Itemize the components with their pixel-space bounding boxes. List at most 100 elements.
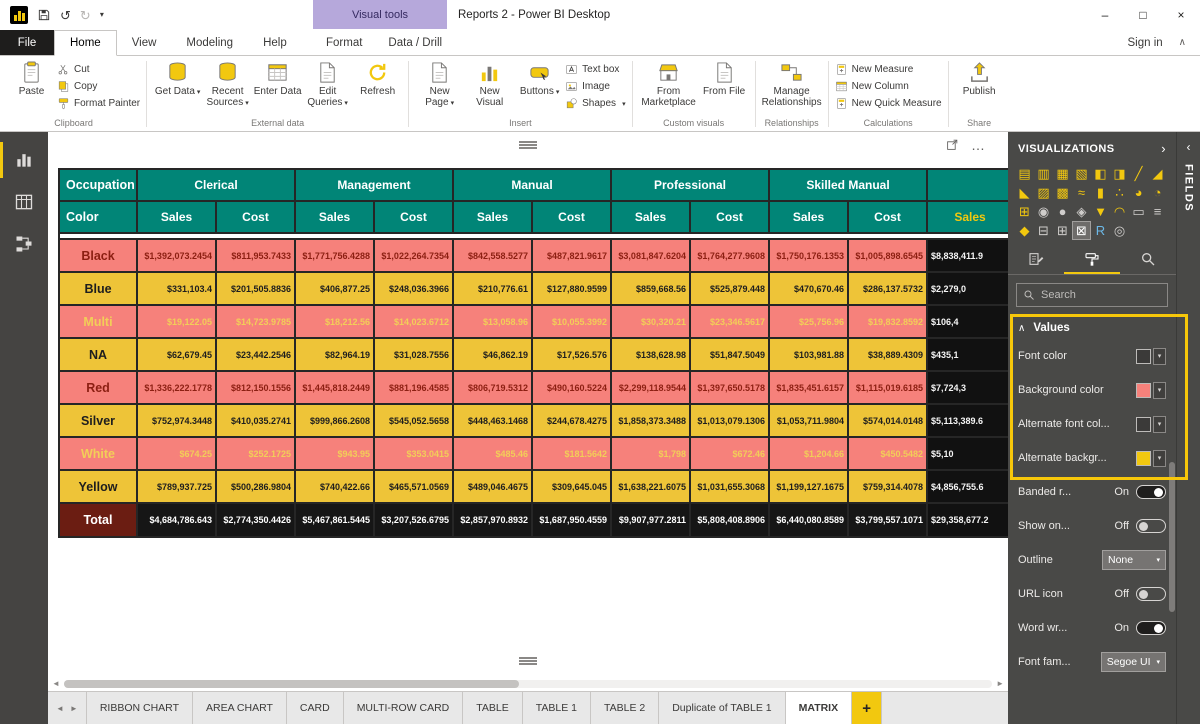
matrix-total-cell[interactable]: $4,684,786.643 (138, 504, 217, 538)
matrix-row-dimension-header[interactable]: Color (60, 202, 138, 234)
matrix-sales-header[interactable]: Sales (612, 202, 691, 234)
focus-mode-icon[interactable] (946, 138, 959, 151)
matrix-cell[interactable]: $485.46 (454, 438, 533, 471)
matrix-cell[interactable]: $30,320.21 (612, 306, 691, 339)
matrix-sales-header[interactable]: Sales (296, 202, 375, 234)
matrix-cell[interactable]: $842,558.5277 (454, 240, 533, 273)
matrix-cell[interactable]: $19,832.8592 (849, 306, 928, 339)
matrix-group-header-clipped[interactable] (928, 170, 1008, 202)
font-color-swatch[interactable] (1136, 349, 1151, 364)
matrix-cell[interactable]: $465,571.0569 (375, 471, 454, 504)
matrix-cell[interactable]: $1,750,176.1353 (770, 240, 849, 273)
page-tab[interactable]: MULTI-ROW CARD (344, 692, 464, 724)
matrix-cost-header[interactable]: Cost (375, 202, 454, 234)
matrix-cell[interactable]: $1,031,655.3068 (691, 471, 770, 504)
matrix-cell[interactable]: $490,160.5224 (533, 372, 612, 405)
matrix-cell[interactable]: $46,862.19 (454, 339, 533, 372)
matrix-cell[interactable]: $1,858,373.3488 (612, 405, 691, 438)
matrix-cost-header[interactable]: Cost (691, 202, 770, 234)
matrix-cell[interactable]: $674.25 (138, 438, 217, 471)
matrix-cell[interactable]: $3,081,847.6204 (612, 240, 691, 273)
matrix-row-label[interactable]: NA (60, 339, 138, 372)
matrix-cell[interactable]: $31,028.7556 (375, 339, 454, 372)
viz-icon-stacked-bar-chart[interactable]: ▤ (1016, 165, 1033, 182)
matrix-row-label[interactable]: Black (60, 240, 138, 273)
matrix-grand-total-cell[interactable]: $29,358,677.2 (928, 504, 1008, 538)
matrix-cell[interactable]: $500,286.9804 (217, 471, 296, 504)
matrix-cell[interactable]: $1,053,711.9804 (770, 405, 849, 438)
banded-rows-toggle[interactable] (1136, 485, 1166, 499)
matrix-cell[interactable]: $38,889.4309 (849, 339, 928, 372)
matrix-cell[interactable]: $525,879.448 (691, 273, 770, 306)
collapse-ribbon-icon[interactable]: ∧ (1179, 37, 1186, 48)
matrix-cell[interactable]: $138,628.98 (612, 339, 691, 372)
matrix-cell[interactable]: $811,953.7433 (217, 240, 296, 273)
matrix-cell[interactable]: $14,723.9785 (217, 306, 296, 339)
matrix-cost-header[interactable]: Cost (533, 202, 612, 234)
refresh-button[interactable]: Refresh (353, 60, 402, 97)
viz-icon-line-and-stacked-column-chart[interactable]: ▨ (1035, 184, 1052, 201)
scrollbar-track[interactable] (64, 680, 992, 688)
matrix-cell[interactable]: $1,397,650.5178 (691, 372, 770, 405)
more-options-icon[interactable]: … (971, 140, 986, 150)
report-canvas[interactable]: … Occupation ClericalManagementManualPro… (48, 132, 1008, 677)
format-pane-scrollbar[interactable] (1169, 462, 1175, 612)
matrix-total-cell[interactable]: $2,857,970.8932 (454, 504, 533, 538)
matrix-cell[interactable]: $999,866.2608 (296, 405, 375, 438)
matrix-row-total-cell[interactable]: $5,113,389.6 (928, 405, 1008, 438)
matrix-cell[interactable]: $1,013,079.1306 (691, 405, 770, 438)
alternate-font-color-swatch[interactable] (1136, 417, 1151, 432)
matrix-cell[interactable]: $806,719.5312 (454, 372, 533, 405)
matrix-row[interactable]: White $674.25$252.1725$943.95$353.0415$4… (60, 438, 1008, 471)
background-color-dropdown-icon[interactable]: ▾ (1153, 382, 1166, 399)
viz-icon-treemap[interactable]: ⊞ (1016, 203, 1033, 220)
matrix-cell[interactable]: $450.5482 (849, 438, 928, 471)
viz-icon-kpi[interactable]: ◆ (1016, 222, 1033, 239)
matrix-cell[interactable]: $1,835,451.6157 (770, 372, 849, 405)
maximize-button[interactable]: □ (1124, 0, 1162, 30)
matrix-cost-header[interactable]: Cost (849, 202, 928, 234)
matrix-cell[interactable]: $201,505.8836 (217, 273, 296, 306)
matrix-row-label[interactable]: White (60, 438, 138, 471)
search-input[interactable] (1041, 289, 1161, 301)
matrix-cell[interactable]: $1,022,264.7354 (375, 240, 454, 273)
font-color-dropdown-icon[interactable]: ▾ (1153, 348, 1166, 365)
page-tab[interactable]: RIBBON CHART (86, 692, 193, 724)
publish-button[interactable]: Publish (955, 60, 1004, 97)
viz-icon-line-chart[interactable]: ╱ (1130, 165, 1147, 182)
text-box-button[interactable]: Text box (565, 63, 625, 76)
matrix-cell[interactable]: $752,974.3448 (138, 405, 217, 438)
matrix-total-cell[interactable]: $6,440,080.8589 (770, 504, 849, 538)
matrix-sales-header[interactable]: Sales (770, 202, 849, 234)
matrix-row-label[interactable]: Yellow (60, 471, 138, 504)
recent-sources-button[interactable]: Recent Sources▾ (203, 60, 252, 108)
scrollbar-thumb[interactable] (64, 680, 519, 688)
viz-icon-funnel[interactable]: ▼ (1092, 203, 1109, 220)
matrix-cell[interactable]: $1,204.66 (770, 438, 849, 471)
matrix-cell[interactable]: $943.95 (296, 438, 375, 471)
matrix-cell[interactable]: $574,014.0148 (849, 405, 928, 438)
background-color-swatch[interactable] (1136, 383, 1151, 398)
matrix-cell[interactable]: $331,103.4 (138, 273, 217, 306)
viz-icon-line-and-clustered-column-chart[interactable]: ▩ (1054, 184, 1071, 201)
viz-icon-shape-map[interactable]: ◈ (1073, 203, 1090, 220)
matrix-cell[interactable]: $1,771,756.4288 (296, 240, 375, 273)
matrix-row-label[interactable]: Blue (60, 273, 138, 306)
matrix-group-header[interactable]: Clerical (138, 170, 296, 202)
report-view-button[interactable] (0, 142, 48, 178)
matrix-cell[interactable]: $410,035.2741 (217, 405, 296, 438)
page-tab[interactable]: MATRIX (786, 692, 852, 724)
matrix-row-total-cell[interactable]: $5,10 (928, 438, 1008, 471)
scroll-left-icon[interactable]: ◄ (52, 680, 60, 688)
ribbon-tab[interactable]: Help (248, 30, 302, 55)
canvas-horizontal-scrollbar[interactable]: ◄ ► (48, 677, 1008, 691)
matrix-cell[interactable]: $881,196.4585 (375, 372, 454, 405)
page-tab-scroll-left-icon[interactable]: ◄ (56, 704, 64, 713)
matrix-cell[interactable]: $248,036.3966 (375, 273, 454, 306)
matrix-cell[interactable]: $1,336,222.1778 (138, 372, 217, 405)
matrix-total-cell[interactable]: $3,799,557.1071 (849, 504, 928, 538)
new-page-button[interactable]: New Page▾ (415, 60, 464, 108)
enter-data-button[interactable]: Enter Data (253, 60, 302, 97)
matrix-cell[interactable]: $1,798 (612, 438, 691, 471)
outline-dropdown[interactable]: None▾ (1102, 550, 1166, 570)
